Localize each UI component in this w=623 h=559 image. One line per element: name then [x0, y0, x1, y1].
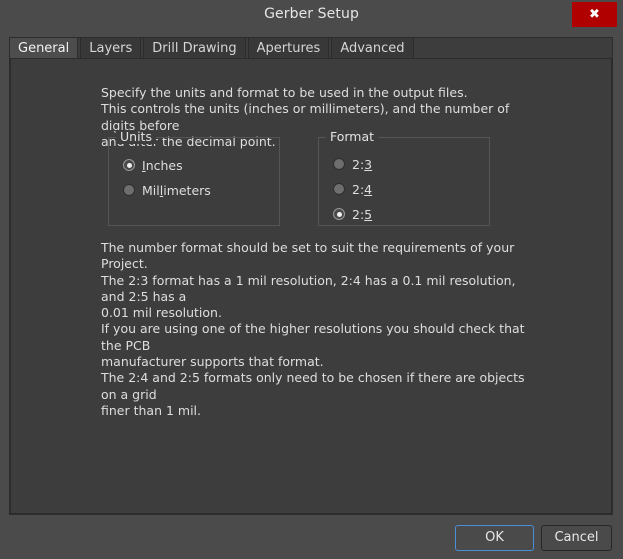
tab-page-general: Specify the units and format to be used … — [10, 58, 612, 514]
window-title: Gerber Setup — [264, 6, 359, 22]
dialog-button-row: OK Cancel — [0, 522, 623, 559]
radio-indicator-icon — [123, 184, 135, 196]
tab-general[interactable]: General — [9, 37, 79, 58]
format-groupbox: Format 2:3 2:4 2:5 — [318, 130, 490, 226]
radio-indicator-icon — [333, 208, 345, 220]
radio-indicator-icon — [333, 158, 345, 170]
units-groupbox: Units Inches Millimeters — [108, 130, 280, 226]
tab-advanced[interactable]: Advanced — [331, 37, 414, 58]
radio-inches[interactable]: Inches — [123, 157, 183, 173]
units-group-title: Units — [116, 130, 156, 144]
format-group-title: Format — [326, 130, 379, 144]
tab-drill-drawing[interactable]: Drill Drawing — [143, 37, 246, 58]
radio-label: Millimeters — [142, 182, 211, 198]
radio-millimeters[interactable]: Millimeters — [123, 182, 211, 198]
radio-indicator-icon — [333, 183, 345, 195]
radio-2-3[interactable]: 2:3 — [333, 156, 372, 172]
tab-bar: General Layers Drill Drawing Apertures Advan… — [9, 37, 416, 58]
tab-layers[interactable]: Layers — [80, 37, 142, 58]
radio-label: 2:4 — [352, 181, 373, 197]
window-titlebar: Gerber Setup ✖ — [0, 0, 623, 29]
ok-button[interactable]: OK — [455, 525, 534, 551]
radio-label: 2:3 — [352, 156, 373, 172]
radio-2-4[interactable]: 2:4 — [333, 181, 372, 197]
close-icon[interactable]: ✖ — [572, 2, 617, 27]
radio-label: 2:5 — [352, 206, 373, 222]
format-notes-description: The number format should be set to suit … — [101, 240, 525, 418]
radio-indicator-icon — [123, 159, 135, 171]
cancel-button[interactable]: Cancel — [541, 525, 612, 551]
radio-label: Inches — [142, 157, 183, 173]
radio-2-5[interactable]: 2:5 — [333, 206, 372, 222]
tab-apertures[interactable]: Apertures — [247, 37, 330, 58]
